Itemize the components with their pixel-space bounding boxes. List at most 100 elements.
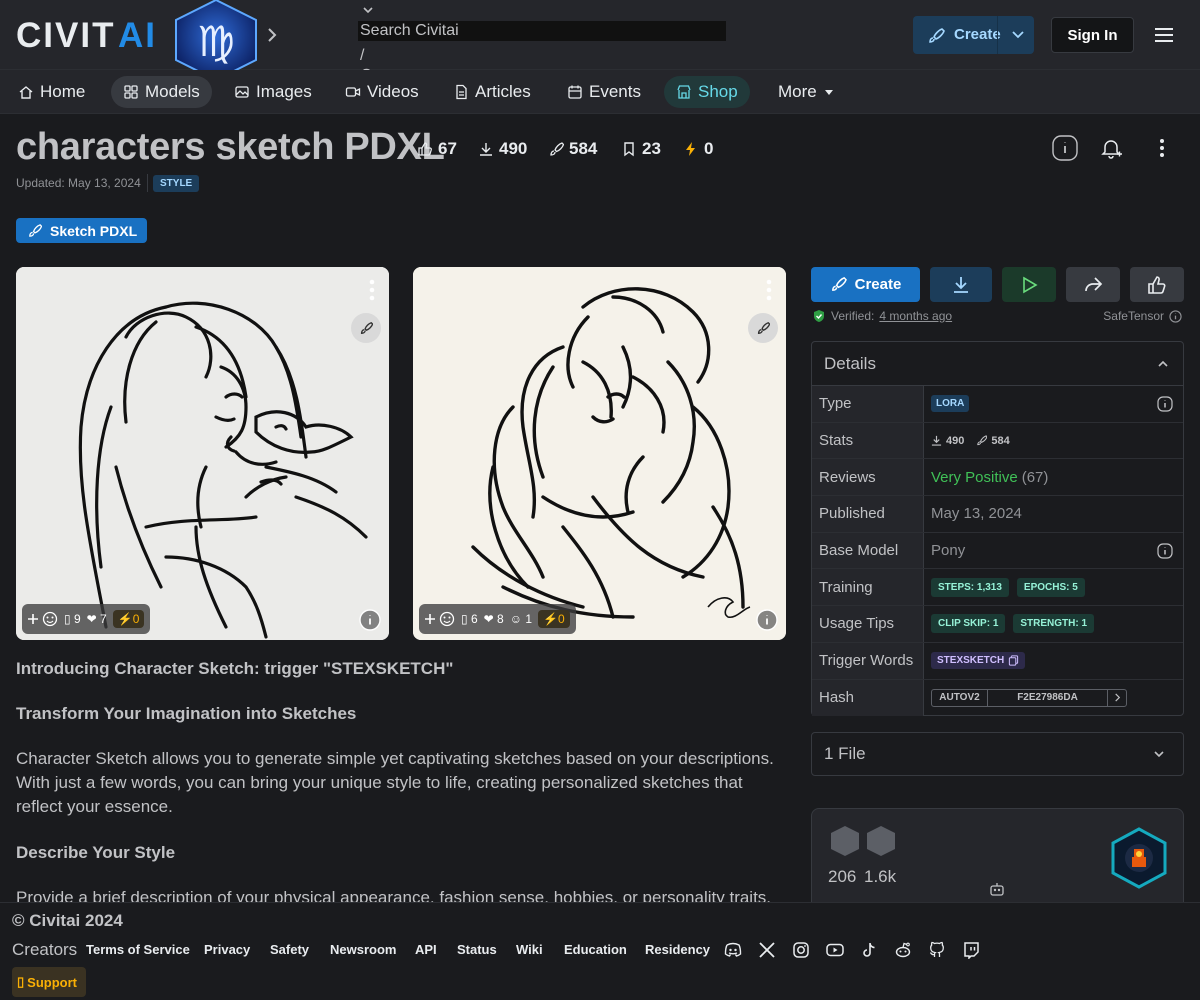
github-icon[interactable]: [928, 941, 946, 959]
info-icon[interactable]: [359, 609, 381, 631]
gallery-image-2[interactable]: ▯ 6 ❤ 8 ☺ 1 ⚡0: [413, 267, 786, 640]
nav-models[interactable]: Models: [111, 76, 212, 108]
download-icon: [480, 143, 492, 156]
details-title: Details: [824, 353, 876, 373]
add-reaction-icon[interactable]: [28, 611, 58, 627]
nav-videos[interactable]: Videos: [333, 76, 431, 108]
search-shortcut-hint: /: [360, 47, 365, 64]
discord-icon[interactable]: [724, 941, 742, 959]
nav-images[interactable]: Images: [222, 76, 324, 108]
verified-time-link[interactable]: 4 months ago: [879, 309, 952, 323]
buzz-value: 0: [557, 612, 565, 626]
nav-shop[interactable]: Shop: [664, 76, 750, 108]
model-title: characters sketch PDXL: [16, 126, 445, 168]
comment-count[interactable]: ▯ 6: [461, 612, 478, 626]
civitai-logo[interactable]: CIVIT AI: [16, 16, 158, 52]
footer-link-residency[interactable]: Residency: [645, 942, 710, 957]
detail-label: Base Model: [812, 532, 924, 569]
bookmark-icon: [624, 142, 634, 157]
play-icon: [1023, 276, 1038, 293]
more-vertical-icon[interactable]: [766, 279, 772, 301]
more-vertical-icon[interactable]: [1149, 135, 1175, 161]
nav-label: Images: [256, 82, 312, 101]
twitch-icon[interactable]: [962, 941, 980, 959]
generations-count: 584: [569, 139, 598, 158]
files-accordion[interactable]: 1 File: [811, 732, 1184, 776]
nav-more[interactable]: More: [766, 76, 847, 108]
footer-link-wiki[interactable]: Wiki: [516, 942, 543, 957]
description-heading-1: Introducing Character Sketch: trigger "S…: [16, 659, 454, 678]
footer-link-safety[interactable]: Safety: [270, 942, 309, 957]
create-generation-button[interactable]: Create: [811, 267, 920, 302]
download-button[interactable]: [930, 267, 992, 302]
copy-icon[interactable]: [1008, 655, 1019, 666]
footer-link-api[interactable]: API: [415, 942, 437, 957]
buzz-tip[interactable]: ⚡0: [112, 610, 145, 628]
play-button[interactable]: [1002, 267, 1056, 302]
info-icon[interactable]: [1169, 309, 1182, 323]
nav-home[interactable]: Home: [6, 76, 97, 108]
header-create-button[interactable]: Create: [913, 16, 1034, 54]
article-icon: [456, 84, 467, 100]
x-twitter-icon[interactable]: [758, 941, 776, 959]
info-icon[interactable]: [1052, 135, 1078, 161]
search-input[interactable]: [358, 21, 726, 41]
creator-badge-icon[interactable]: [1110, 827, 1168, 889]
notification-bell-icon[interactable]: [1098, 135, 1124, 161]
info-icon[interactable]: [1157, 396, 1173, 412]
footer-link-status[interactable]: Status: [457, 942, 497, 957]
instagram-icon[interactable]: [792, 941, 810, 959]
remix-brush-icon[interactable]: [351, 313, 381, 343]
nav-events[interactable]: Events: [555, 76, 653, 108]
detail-label: Published: [812, 496, 924, 532]
info-icon[interactable]: [1157, 543, 1173, 559]
footer: © Civitai 2024 Creators Terms of Service…: [0, 902, 1200, 1000]
nav-articles[interactable]: Articles: [441, 76, 543, 108]
gallery-image-1[interactable]: ▯ 9 ❤ 7 ⚡0: [16, 267, 389, 640]
version-button[interactable]: Sketch PDXL: [16, 218, 147, 243]
laugh-count[interactable]: ☺ 1: [510, 612, 532, 626]
heart-count[interactable]: ❤ 8: [484, 612, 504, 626]
heart-value: 8: [497, 612, 504, 626]
reddit-icon[interactable]: [894, 941, 912, 959]
review-sentiment-link[interactable]: Very Positive: [931, 469, 1018, 486]
chevron-up-icon[interactable]: [1157, 358, 1169, 370]
style-badge[interactable]: STYLE: [153, 175, 200, 192]
hex-avatar-icon: [831, 826, 859, 856]
footer-link-education[interactable]: Education: [564, 942, 627, 957]
add-reaction-icon[interactable]: [425, 611, 455, 627]
chevron-right-icon[interactable]: [1108, 690, 1126, 706]
footer-link-creators[interactable]: Creators: [12, 940, 77, 960]
downloads-stat: 490: [478, 138, 527, 160]
chevron-right-icon[interactable]: [266, 26, 278, 44]
chevron-down-icon[interactable]: [1011, 29, 1025, 41]
footer-link-privacy[interactable]: Privacy: [204, 942, 250, 957]
top-header: CIVIT AI ♍ / Create Sign In: [0, 0, 1200, 84]
buzz-tip[interactable]: ⚡0: [538, 610, 570, 628]
info-icon[interactable]: [756, 609, 778, 631]
support-button[interactable]: ▯ Support: [12, 967, 86, 997]
laugh-value: 1: [525, 612, 533, 626]
footer-link-newsroom[interactable]: Newsroom: [330, 942, 396, 957]
detail-label: Type: [812, 386, 924, 422]
sketch-artwork-couple-embrace: [413, 267, 786, 640]
heart-count[interactable]: ❤ 7: [87, 612, 107, 626]
generations-mini-stat: 584: [976, 435, 1010, 447]
hash-algorithm[interactable]: AUTOV2: [932, 689, 988, 706]
share-button[interactable]: [1066, 267, 1120, 302]
tiktok-icon[interactable]: [860, 941, 878, 959]
menu-icon[interactable]: [1154, 26, 1174, 44]
youtube-icon[interactable]: [826, 941, 844, 959]
chevron-down-icon[interactable]: [362, 4, 374, 16]
hash-value[interactable]: F2E27986DA: [988, 689, 1108, 706]
hash-box[interactable]: AUTOV2 F2E27986DA: [931, 688, 1127, 707]
sign-in-button[interactable]: Sign In: [1051, 17, 1134, 53]
footer-link-terms[interactable]: Terms of Service: [86, 942, 190, 957]
comment-count[interactable]: ▯ 9: [64, 612, 81, 626]
more-vertical-icon[interactable]: [369, 279, 375, 301]
heart-icon: ❤: [86, 612, 97, 626]
trigger-word-badge[interactable]: STEXSKETCH: [931, 652, 1026, 670]
details-header[interactable]: Details: [812, 342, 1183, 386]
remix-brush-icon[interactable]: [748, 313, 778, 343]
like-button[interactable]: [1130, 267, 1184, 302]
